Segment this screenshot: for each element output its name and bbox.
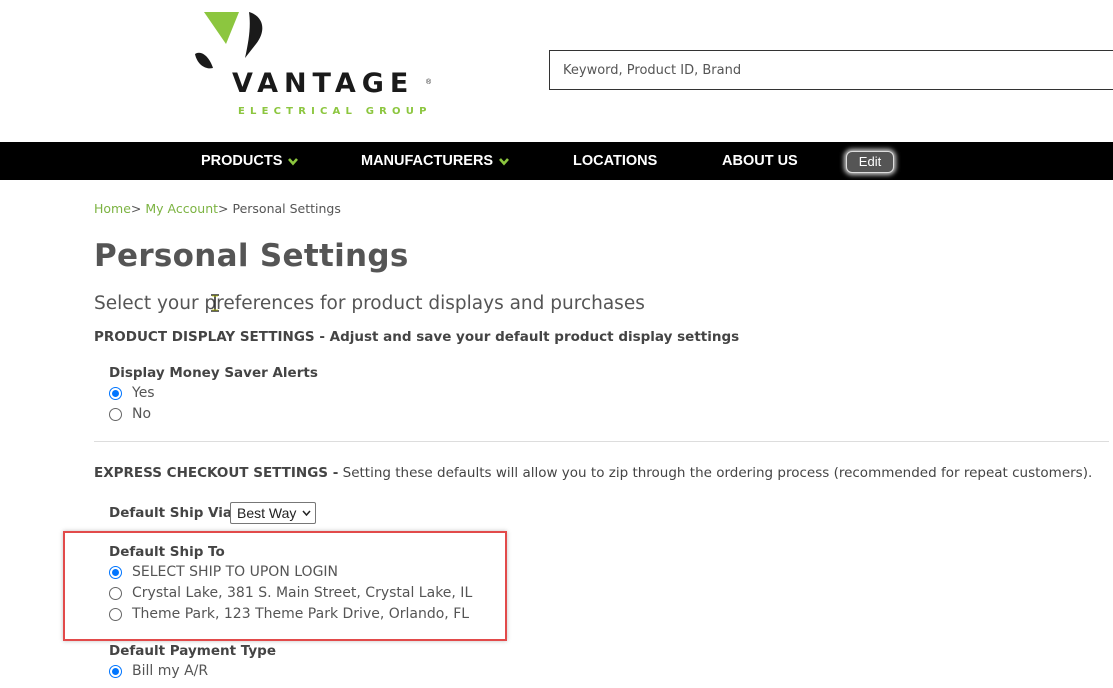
breadcrumb: Home> My Account> Personal Settings [94,201,341,216]
radio-unselected[interactable] [109,586,122,600]
express-checkout-title: EXPRESS CHECKOUT SETTINGS - [94,465,339,481]
nav-item-locations[interactable]: LOCATIONS [573,142,657,180]
registered-mark: ® [426,79,432,86]
payment-option-bill-ar[interactable]: Bill my A/R [109,661,208,681]
radio-selected[interactable] [109,664,122,678]
text-cursor-icon [211,294,219,312]
nav-item-label: LOCATIONS [573,153,658,169]
nav-item-products[interactable]: PRODUCTS [201,142,299,180]
page-title: Personal Settings [94,238,409,274]
nav-item-label: ABOUT US [722,153,798,169]
radio-unselected[interactable] [109,607,122,621]
option-label: Crystal Lake, 381 S. Main Street, Crysta… [132,585,473,601]
logo-mark-icon [195,12,263,69]
express-checkout-description: Setting these defaults will allow you to… [338,465,1093,481]
option-label: SELECT SHIP TO UPON LOGIN [132,564,339,580]
radio-unselected[interactable] [109,407,122,421]
money-saver-label: Display Money Saver Alerts [109,365,318,381]
money-saver-yes-option[interactable]: Yes [109,383,155,403]
payment-type-label: Default Payment Type [109,643,276,659]
logo-wordmark: VANTAGE [232,68,415,99]
breadcrumb-current: Personal Settings [232,201,341,216]
ship-to-label: Default Ship To [109,544,225,560]
ship-via-label: Default Ship Via [109,505,233,521]
express-checkout-heading: EXPRESS CHECKOUT SETTINGS - Setting thes… [94,465,1092,481]
ship-to-option-theme-park[interactable]: Theme Park, 123 Theme Park Drive, Orland… [109,604,469,624]
breadcrumb-account-link[interactable]: My Account [145,201,218,216]
breadcrumb-separator: > [218,201,229,216]
main-nav: PRODUCTS MANUFACTURERS LOCATIONS ABOUT U… [0,142,1113,180]
search-input[interactable] [549,50,1113,90]
ship-via-select[interactable]: Best Way [230,502,316,524]
chevron-down-icon [302,510,311,516]
section-divider [94,441,1109,442]
breadcrumb-separator: > [130,201,142,216]
option-label: Theme Park, 123 Theme Park Drive, Orland… [132,606,470,622]
product-display-heading: PRODUCT DISPLAY SETTINGS - Adjust and sa… [94,329,740,345]
option-label: No [132,406,152,422]
chevron-down-icon [499,158,510,166]
nav-item-label: MANUFACTURERS [361,153,494,169]
nav-item-manufacturers[interactable]: MANUFACTURERS [361,142,510,180]
nav-item-about-us[interactable]: ABOUT US [722,142,798,180]
ship-via-selected-value: Best Way [237,505,297,521]
page-subtitle: Select your preferences for product disp… [94,293,645,314]
ship-to-option-login[interactable]: SELECT SHIP TO UPON LOGIN [109,562,338,582]
logo-tagline: ELECTRICAL GROUP [238,106,432,117]
radio-selected[interactable] [109,565,122,579]
ship-to-option-crystal-lake[interactable]: Crystal Lake, 381 S. Main Street, Crysta… [109,583,472,603]
radio-selected[interactable] [109,386,122,400]
money-saver-no-option[interactable]: No [109,404,151,424]
option-label: Yes [132,385,155,401]
nav-item-label: PRODUCTS [201,153,283,169]
breadcrumb-home-link[interactable]: Home [94,201,131,216]
chevron-down-icon [288,158,299,166]
edit-button[interactable]: Edit [846,151,894,173]
vantage-logo[interactable]: VANTAGE ® ELECTRICAL GROUP [190,10,440,122]
option-label: Bill my A/R [132,663,209,679]
